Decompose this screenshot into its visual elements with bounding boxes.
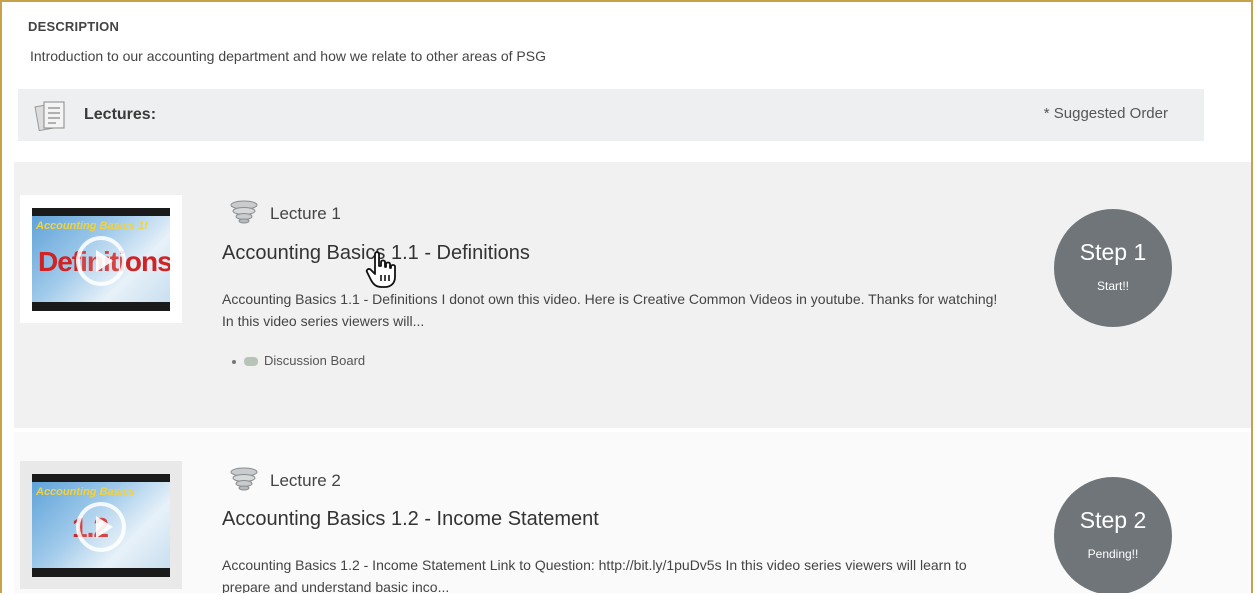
- document-stack-icon: [34, 101, 65, 131]
- step-badge[interactable]: Step 1 Start!!: [1054, 209, 1172, 327]
- discussion-board-label[interactable]: Discussion Board: [264, 353, 365, 368]
- step-badge[interactable]: Step 2 Pending!!: [1054, 477, 1172, 593]
- lectures-label: Lectures:: [84, 106, 157, 123]
- lecture-title[interactable]: Accounting Basics 1.2 - Income Statement: [222, 508, 599, 531]
- thumbnail-caption: Accounting Basics 1!: [36, 220, 148, 232]
- lecture-thumbnail[interactable]: Accounting Basics 1.2: [20, 461, 182, 589]
- lecture-description: Accounting Basics 1.2 - Income Statement…: [222, 557, 967, 593]
- lecture-number: Lecture 1: [270, 204, 341, 223]
- bullet-icon: [232, 359, 236, 364]
- hand-cursor-icon: [365, 251, 396, 288]
- step-label: Step 1: [1079, 239, 1147, 265]
- discussion-board-link[interactable]: Discussion Board: [232, 353, 365, 368]
- course-panel: DESCRIPTION Introduction to our accounti…: [0, 0, 1253, 593]
- step-status: Pending!!: [1087, 547, 1139, 561]
- play-icon[interactable]: [76, 502, 126, 552]
- lecture-thumbnail[interactable]: Accounting Basics 1! Definitions: [20, 195, 182, 323]
- lecture-description: Accounting Basics 1.1 - Definitions I do…: [222, 291, 998, 329]
- lecture-number: Lecture 2: [270, 471, 341, 490]
- step-status: Start!!: [1096, 279, 1129, 293]
- lecture-item: Accounting Basics 1.2 Lecture 2 Accounti…: [14, 432, 1251, 593]
- lecture-stack-icon: [230, 200, 258, 224]
- play-icon[interactable]: [76, 236, 126, 286]
- description-text: Introduction to our accounting departmen…: [30, 48, 546, 64]
- description-heading: DESCRIPTION: [28, 19, 120, 34]
- thumbnail-caption: Accounting Basics: [36, 486, 136, 498]
- chat-bubble-icon: [244, 357, 258, 367]
- lecture-stack-icon: [230, 467, 258, 491]
- lecture-item: Accounting Basics 1! Definitions Lecture…: [14, 162, 1251, 428]
- suggested-order-note: * Suggested Order: [1043, 105, 1168, 122]
- step-label: Step 2: [1079, 507, 1147, 533]
- lectures-header: Lectures: * Suggested Order: [18, 89, 1204, 141]
